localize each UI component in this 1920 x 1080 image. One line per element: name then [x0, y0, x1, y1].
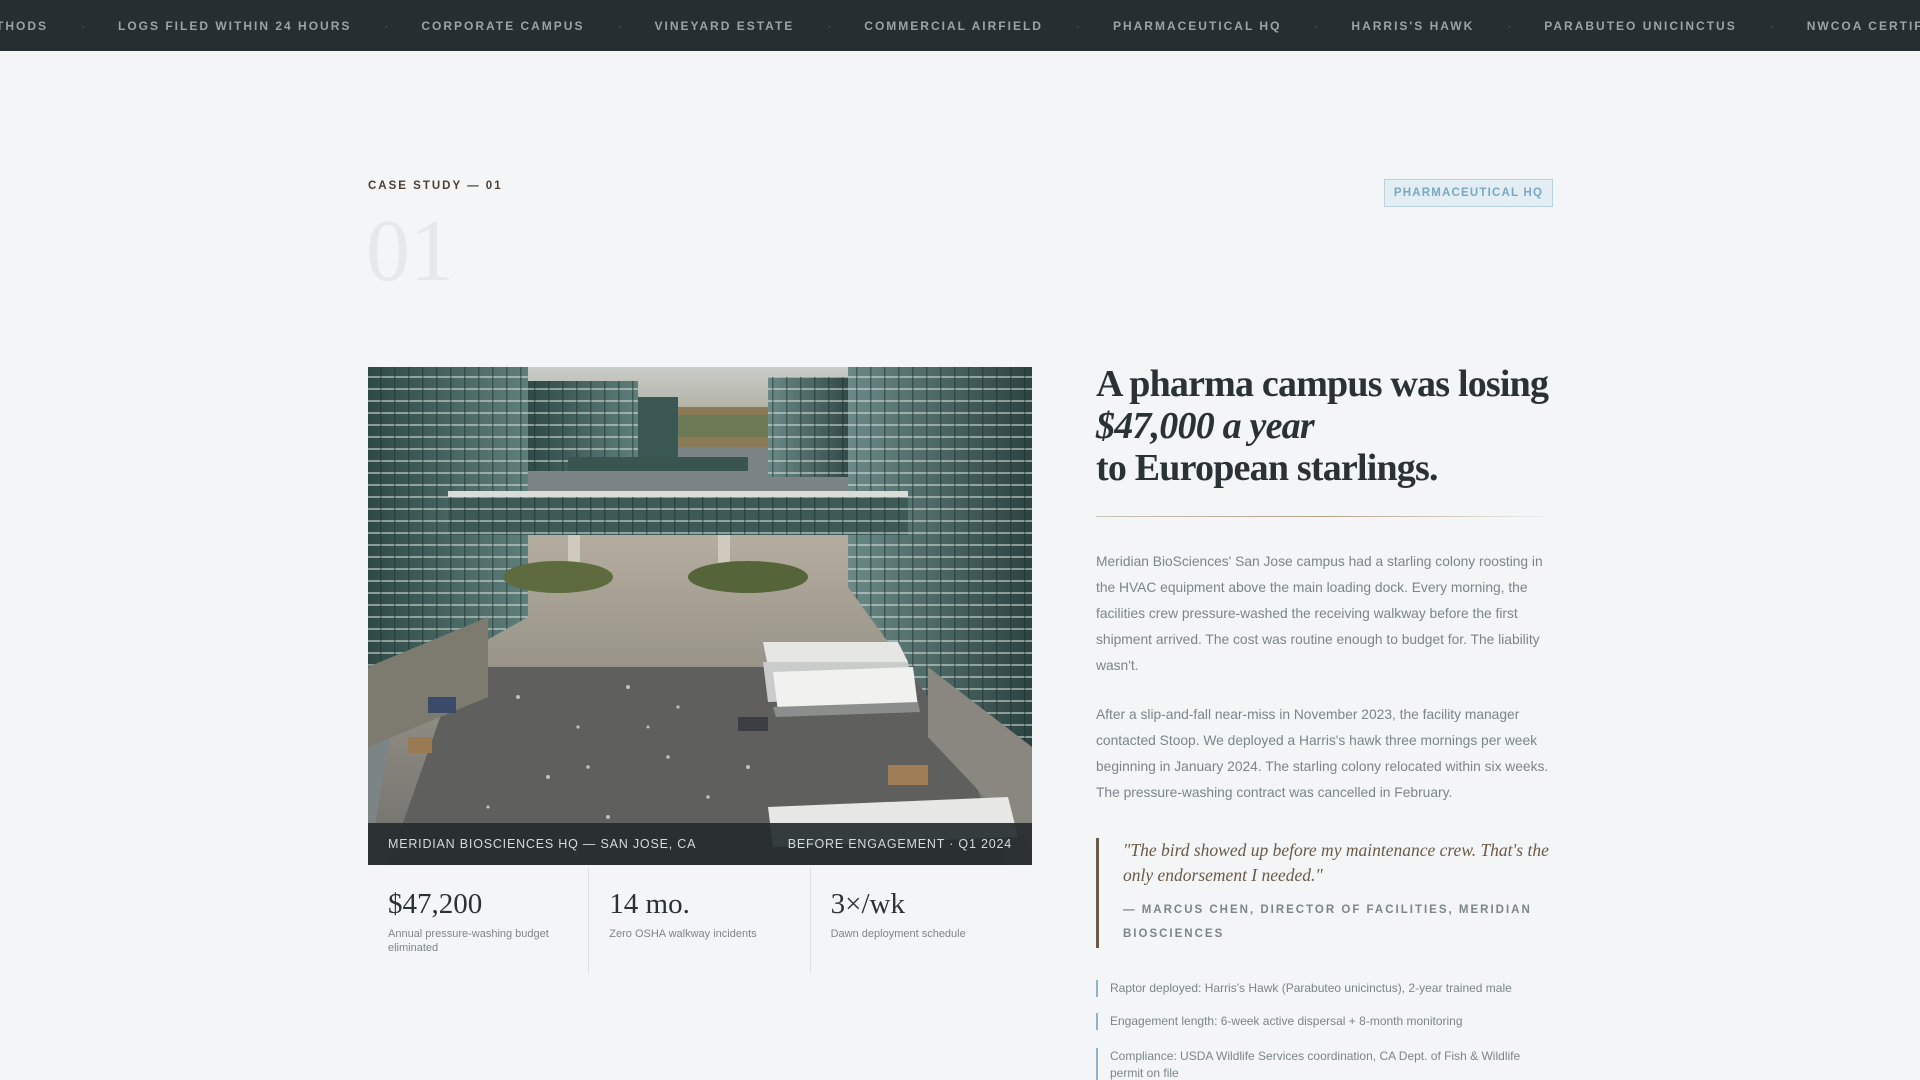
ticker-separator: · [1769, 18, 1774, 33]
stat-label: Annual pressure-washing budget eliminate… [388, 928, 549, 954]
photo-caption: MERIDIAN BIOSCIENCES HQ — SAN JOSE, CA B… [368, 823, 1032, 865]
stat-block: $47,200 Annual pressure-washing budget e… [368, 868, 590, 974]
testimonial-quote: "The bird showed up before my maintenanc… [1096, 838, 1556, 948]
stat-block: 14 mo. Zero OSHA walkway incidents [589, 868, 811, 974]
photo-timestamp: BEFORE ENGAGEMENT · Q1 2024 [787, 837, 1012, 851]
ticker-separator: · [1507, 18, 1512, 33]
headline-line: to European starlings. [1096, 446, 1439, 489]
stat-block: 3×/wk Dawn deployment schedule [811, 868, 1032, 974]
ticker-item: HARRIS'S HAWK [1351, 18, 1475, 33]
photo-location: MERIDIAN BIOSCIENCES HQ — SAN JOSE, CA [388, 837, 697, 851]
stat-value: 14 mo. [609, 888, 690, 920]
ticker-item: CORPORATE CAMPUS [421, 18, 585, 33]
case-study-eyebrow: CASE STUDY — 01 [368, 180, 503, 192]
ticker-separator: · [81, 18, 86, 33]
stats-row: $47,200 Annual pressure-washing budget e… [368, 868, 1032, 974]
body-paragraph: Meridian BioSciences' San Jose campus ha… [1096, 554, 1543, 673]
ticker-item: ETHODS [0, 18, 49, 33]
ticker-separator: · [1314, 18, 1319, 33]
ticker-item: PHARMACEUTICAL HQ [1112, 18, 1282, 33]
marquee-ticker: ETHODS · LOGS FILED WITHIN 24 HOURS · CO… [0, 0, 1920, 51]
case-study-photo: MERIDIAN BIOSCIENCES HQ — SAN JOSE, CA B… [368, 367, 1032, 865]
quote-text: "The bird showed up before my maintenanc… [1123, 840, 1549, 885]
ticker-separator: · [827, 18, 832, 33]
campus-aerial-illustration [368, 367, 1032, 865]
fact-item: Compliance: USDA Wildlife Services coord… [1096, 1048, 1556, 1080]
ticker-separator: · [1075, 18, 1080, 33]
ticker-track: ETHODS · LOGS FILED WITHIN 24 HOURS · CO… [0, 0, 1920, 51]
stat-label: Dawn deployment schedule [830, 928, 966, 940]
headline-divider [1096, 516, 1544, 517]
fact-item: Engagement length: 6-week active dispers… [1096, 1013, 1556, 1030]
stat-value: $47,200 [388, 888, 483, 920]
engagement-facts: Raptor deployed: Harris's Hawk (Parabute… [1096, 980, 1556, 1080]
ticker-item: LOGS FILED WITHIN 24 HOURS [118, 18, 352, 33]
stat-label: Zero OSHA walkway incidents [609, 928, 757, 940]
headline-line: A pharma campus was losing [1096, 363, 1549, 405]
ticker-item: COMMERCIAL AIRFIELD [864, 18, 1043, 33]
ticker-separator: · [617, 18, 622, 33]
ticker-separator: · [384, 18, 389, 33]
ticker-item: NWCOA CERTIFIED [1806, 18, 1920, 33]
body-paragraph: After a slip-and-fall near-miss in Novem… [1096, 707, 1549, 800]
ticker-item: VINEYARD ESTATE [654, 18, 795, 33]
stat-value: 3×/wk [830, 888, 905, 920]
case-study-headline: A pharma campus was losing $47,000 a yea… [1096, 363, 1566, 489]
case-study-number: 01 [366, 203, 454, 300]
quote-attribution: — MARCUS CHEN, DIRECTOR OF FACILITIES, M… [1123, 904, 1532, 940]
headline-emphasis: $47,000 a year [1096, 404, 1315, 447]
fact-item: Raptor deployed: Harris's Hawk (Parabute… [1096, 980, 1556, 997]
category-tag: PHARMACEUTICAL HQ [1384, 179, 1553, 207]
ticker-item: PARABUTEO UNICINCTUS [1544, 18, 1737, 33]
